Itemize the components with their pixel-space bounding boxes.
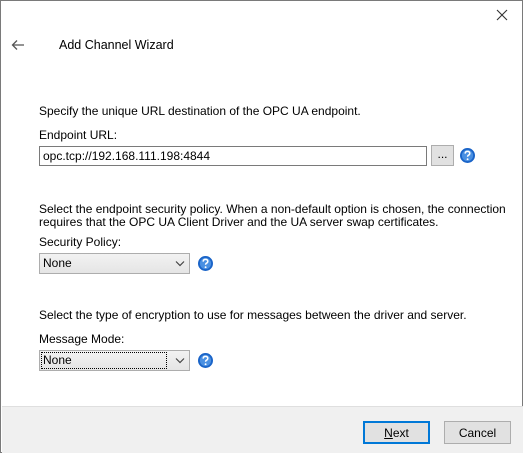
message-mode-value: None	[41, 352, 167, 369]
security-description-line2: requires that the OPC UA Client Driver a…	[39, 215, 439, 229]
wizard-footer: Next Cancel	[2, 406, 523, 453]
cancel-button[interactable]: Cancel	[444, 421, 511, 444]
endpoint-url-input[interactable]: opc.tcp://192.168.111.198:4844	[39, 146, 427, 166]
chevron-down-icon	[175, 358, 185, 364]
message-description: Select the type of encryption to use for…	[39, 308, 467, 322]
help-icon[interactable]	[197, 255, 214, 272]
endpoint-url-label: Endpoint URL:	[39, 128, 118, 142]
message-mode-label: Message Mode:	[39, 332, 125, 346]
help-icon[interactable]	[459, 147, 476, 164]
next-mnemonic: N	[384, 425, 393, 440]
wizard-title: Add Channel Wizard	[59, 38, 174, 52]
security-description-line1: Select the endpoint security policy. Whe…	[39, 202, 506, 216]
message-mode-select[interactable]: None	[39, 350, 190, 371]
security-policy-value: None	[43, 256, 72, 270]
browse-button[interactable]: ...	[431, 145, 454, 166]
security-policy-select[interactable]: None	[39, 253, 190, 274]
back-arrow-icon[interactable]	[9, 36, 27, 54]
next-button[interactable]: Next	[363, 421, 430, 444]
security-policy-label: Security Policy:	[39, 235, 122, 249]
help-icon[interactable]	[197, 352, 214, 369]
chevron-down-icon	[175, 261, 185, 267]
wizard-window: Add Channel Wizard Specify the unique UR…	[0, 0, 523, 453]
close-icon[interactable]	[492, 5, 512, 25]
endpoint-description: Specify the unique URL destination of th…	[39, 104, 361, 118]
next-label: ext	[392, 425, 409, 440]
